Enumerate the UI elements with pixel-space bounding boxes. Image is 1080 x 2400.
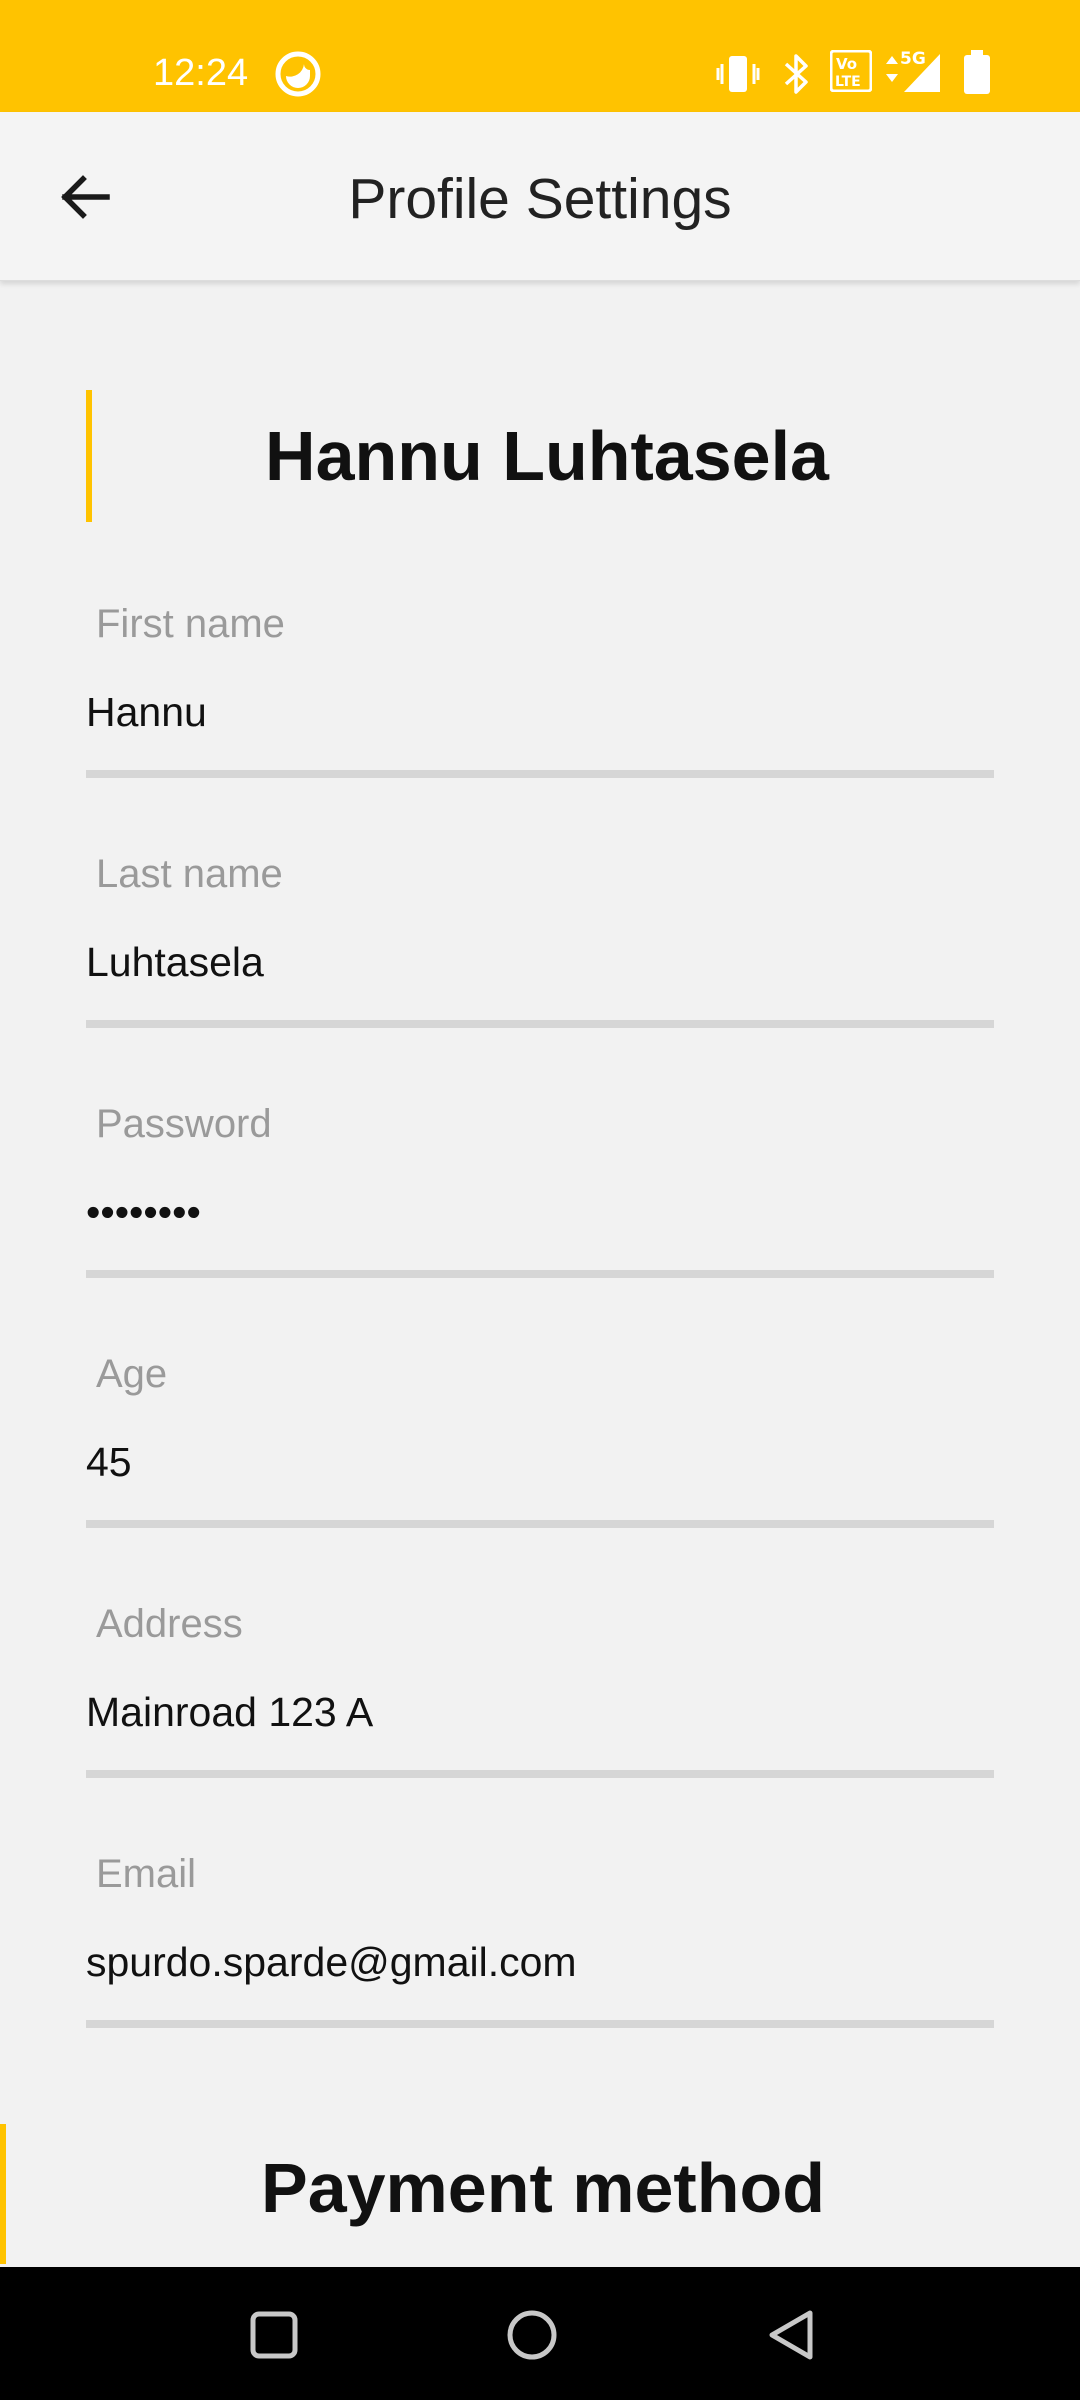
last-name-field: Last name — [86, 850, 994, 1030]
profile-name: Hannu Luhtasela — [265, 417, 829, 495]
last-name-underline — [86, 1020, 994, 1028]
app-bar: Profile Settings — [0, 112, 1080, 281]
svg-text:5G: 5G — [900, 49, 926, 69]
age-input[interactable] — [86, 1412, 994, 1512]
recents-button[interactable] — [234, 2295, 314, 2375]
email-label: Email — [96, 1852, 197, 1896]
age-label: Age — [96, 1352, 168, 1396]
email-underline — [86, 2020, 994, 2028]
age-underline — [86, 1520, 994, 1528]
triangle-back-icon — [769, 2310, 813, 2360]
profile-heading: Hannu Luhtasela — [86, 390, 1002, 522]
vibrate-icon — [716, 56, 760, 92]
address-input[interactable] — [86, 1662, 994, 1762]
email-input[interactable] — [86, 1912, 994, 2012]
home-button[interactable] — [492, 2295, 572, 2375]
payment-method-title: Payment method — [261, 2149, 825, 2227]
first-name-input[interactable] — [86, 662, 994, 762]
last-name-label: Last name — [96, 852, 283, 896]
first-name-field: First name — [86, 600, 994, 780]
address-underline — [86, 1770, 994, 1778]
password-underline — [86, 1270, 994, 1278]
first-name-underline — [86, 770, 994, 778]
email-field: Email — [86, 1850, 994, 2030]
password-field: Password — [86, 1100, 994, 1280]
address-field: Address — [86, 1600, 994, 1780]
password-input[interactable] — [86, 1162, 994, 1262]
password-label: Password — [96, 1102, 272, 1146]
bluetooth-icon — [784, 54, 808, 94]
svg-text:Vo: Vo — [836, 55, 857, 73]
circle-home-icon — [507, 2310, 557, 2360]
status-time: 12:24 — [153, 52, 249, 94]
last-name-input[interactable] — [86, 912, 994, 1012]
age-field: Age — [86, 1350, 994, 1530]
payment-method-heading: Payment method — [0, 2124, 1080, 2264]
first-name-label: First name — [96, 602, 285, 646]
address-label: Address — [96, 1602, 243, 1646]
signal-5g-icon: 5G — [886, 49, 940, 92]
page-title: Profile Settings — [348, 167, 732, 231]
svg-text:LTE: LTE — [835, 74, 861, 90]
profile-settings-content[interactable]: Hannu Luhtasela First name Last name Pas… — [0, 282, 1080, 2267]
status-bar: 12:24 Vo LTE 5G — [0, 0, 1080, 112]
system-navigation-bar — [0, 2267, 1080, 2400]
square-recents-icon — [250, 2311, 298, 2359]
volte-icon: Vo LTE — [830, 50, 872, 92]
ring-icon — [275, 51, 321, 97]
battery-icon — [964, 50, 990, 94]
system-back-button[interactable] — [752, 2295, 832, 2375]
